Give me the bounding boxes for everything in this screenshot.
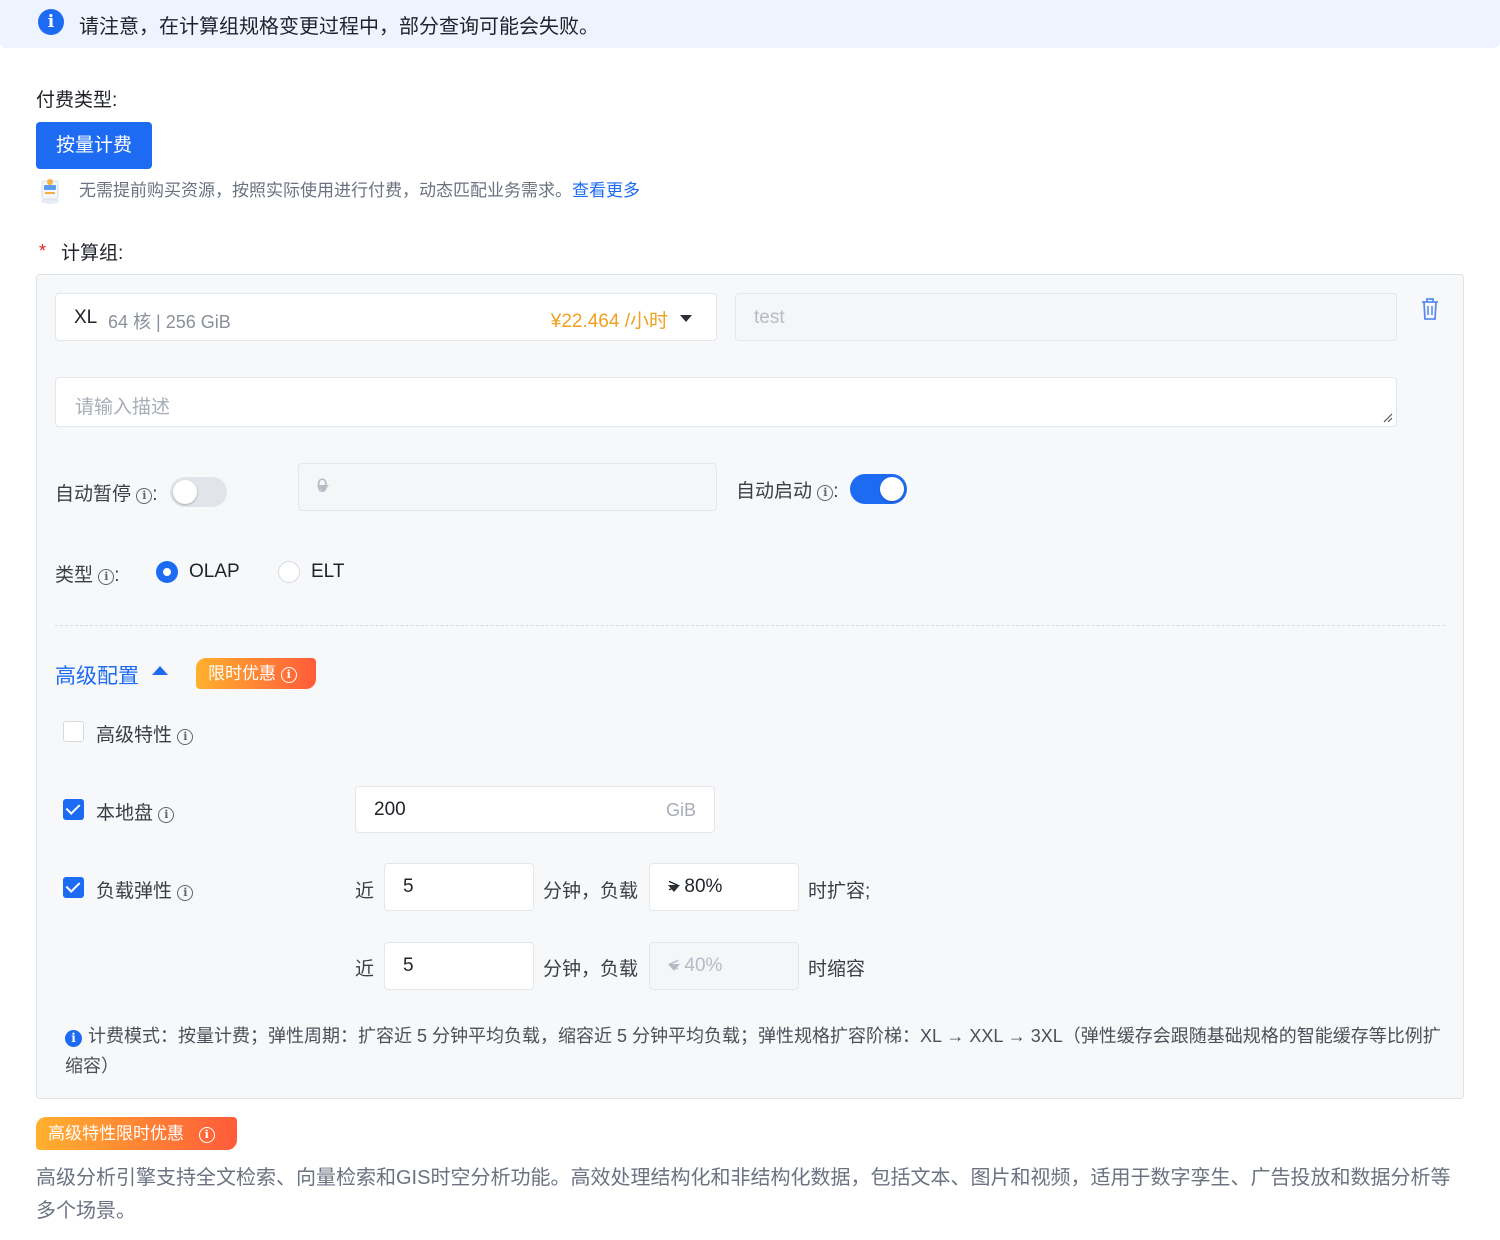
- scale-out-minutes-load-label: 分钟，负载: [543, 881, 639, 902]
- advanced-features-checkbox[interactable]: [63, 721, 84, 742]
- required-mark: *: [39, 241, 47, 261]
- chevron-down-icon: [668, 885, 680, 892]
- pay-as-you-go-button[interactable]: 按量计费: [36, 122, 152, 169]
- auto-start-label-text: 自动启动: [736, 481, 813, 502]
- limited-offer-badge: 限时优惠 i: [196, 658, 316, 689]
- local-disk-unit: GiB: [665, 800, 696, 820]
- advanced-features-label: 高级特性 i: [96, 720, 194, 747]
- info-icon[interactable]: i: [136, 488, 153, 504]
- elastic-text: 负载弹性: [96, 881, 173, 902]
- info-icon[interactable]: i: [177, 729, 194, 745]
- scale-out-minutes-value: 5: [403, 876, 414, 897]
- divider: [55, 625, 1445, 626]
- info-icon[interactable]: i: [817, 485, 834, 501]
- elastic-checkbox[interactable]: [63, 877, 84, 898]
- billing-illustration-icon: [41, 179, 59, 204]
- type-label-text: 类型: [55, 565, 94, 586]
- auto-start-label: 自动启动 i:: [736, 476, 839, 503]
- info-icon: i: [38, 9, 64, 35]
- billing-type-label: 付费类型:: [36, 90, 118, 111]
- auto-pause-select[interactable]: 0: [298, 463, 717, 511]
- compute-group-name-input[interactable]: test: [735, 293, 1397, 341]
- advanced-offer-badge: 高级特性限时优惠 i: [36, 1117, 237, 1150]
- billing-note: i 计费模式：按量计费；弹性周期：扩容近 5 分钟平均负载，缩容近 5 分钟平均负…: [65, 1021, 1445, 1081]
- auto-pause-label: 自动暂停 i:: [55, 479, 158, 506]
- scale-out-near-label: 近: [355, 881, 375, 902]
- scale-out-suffix: 时扩容;: [808, 881, 871, 902]
- trash-icon[interactable]: [1420, 297, 1440, 321]
- spec-name: XL: [74, 307, 98, 328]
- auto-pause-label-text: 自动暂停: [55, 484, 132, 505]
- radio-elt-label[interactable]: ELT: [311, 561, 344, 583]
- scale-in-near-label: 近: [355, 959, 375, 980]
- radio-olap[interactable]: [156, 561, 178, 583]
- info-icon[interactable]: i: [158, 807, 175, 823]
- billing-description: 无需提前购买资源，按照实际使用进行付费，动态匹配业务需求。查看更多: [79, 176, 640, 201]
- billing-note-text: 计费模式：按量计费；弹性周期：扩容近 5 分钟平均负载，缩容近 5 分钟平均负载…: [65, 1026, 1441, 1076]
- spec-select[interactable]: XL 64 核 | 256 GiB ¥22.464 /小时: [55, 293, 717, 341]
- info-icon[interactable]: i: [198, 1127, 215, 1143]
- description-textarea[interactable]: 请输入描述: [55, 377, 1397, 427]
- compute-group-label: 计算组:: [61, 243, 124, 264]
- elastic-label: 负载弹性 i: [96, 876, 194, 903]
- scale-in-suffix: 时缩容: [808, 959, 866, 980]
- scale-in-minutes-input[interactable]: 5: [384, 942, 534, 990]
- notice-banner: i 请注意，在计算组规格变更过程中，部分查询可能会失败。: [0, 0, 1500, 48]
- auto-pause-toggle[interactable]: [170, 477, 227, 507]
- scale-out-threshold-select[interactable]: > 80%: [649, 863, 799, 911]
- chevron-down-icon: [680, 315, 692, 322]
- advanced-offer-text: 高级特性限时优惠: [48, 1124, 184, 1143]
- local-disk-value: 200: [374, 799, 406, 820]
- type-colon: :: [114, 565, 120, 586]
- billing-description-text: 无需提前购买资源，按照实际使用进行付费，动态匹配业务需求。: [79, 181, 572, 200]
- local-disk-input[interactable]: 200 GiB: [355, 786, 715, 833]
- limited-offer-text: 限时优惠: [208, 664, 276, 683]
- description-placeholder: 请输入描述: [75, 397, 171, 418]
- auto-start-toggle[interactable]: [850, 474, 907, 504]
- notice-text: 请注意，在计算组规格变更过程中，部分查询可能会失败。: [79, 16, 599, 38]
- scale-in-threshold-select[interactable]: < 40%: [649, 942, 799, 990]
- chevron-down-icon: [317, 485, 329, 492]
- chevron-up-icon[interactable]: [152, 666, 168, 675]
- local-disk-label: 本地盘 i: [96, 798, 175, 825]
- info-icon: i: [65, 1030, 82, 1047]
- scale-in-minutes-load-label: 分钟，负载: [543, 959, 639, 980]
- resize-handle-icon[interactable]: [1381, 411, 1393, 423]
- auto-pause-colon: :: [152, 484, 158, 505]
- advanced-config-toggle[interactable]: 高级配置: [55, 660, 139, 690]
- info-icon[interactable]: i: [98, 569, 115, 585]
- toggle-knob: [173, 480, 197, 504]
- info-icon[interactable]: i: [177, 885, 194, 901]
- scale-in-minutes-value: 5: [403, 955, 414, 976]
- toggle-knob: [880, 477, 904, 501]
- advanced-offer-description: 高级分析引擎支持全文检索、向量检索和GIS时空分析功能。高效处理结构化和非结构化…: [36, 1167, 1451, 1222]
- type-label: 类型 i:: [55, 560, 120, 587]
- spec-info: 64 核 | 256 GiB: [108, 312, 231, 332]
- chevron-down-icon: [668, 964, 680, 971]
- info-icon[interactable]: i: [280, 667, 297, 683]
- advanced-features-text: 高级特性: [96, 725, 173, 746]
- radio-olap-label[interactable]: OLAP: [189, 561, 240, 583]
- spec-price: ¥22.464 /小时: [550, 311, 668, 332]
- local-disk-checkbox[interactable]: [63, 799, 84, 820]
- local-disk-text: 本地盘: [96, 803, 154, 824]
- view-more-link[interactable]: 查看更多: [572, 181, 640, 200]
- scale-out-minutes-input[interactable]: 5: [384, 863, 534, 911]
- radio-elt[interactable]: [278, 561, 300, 583]
- compute-group-name-value: test: [754, 307, 785, 328]
- auto-start-colon: :: [833, 481, 839, 502]
